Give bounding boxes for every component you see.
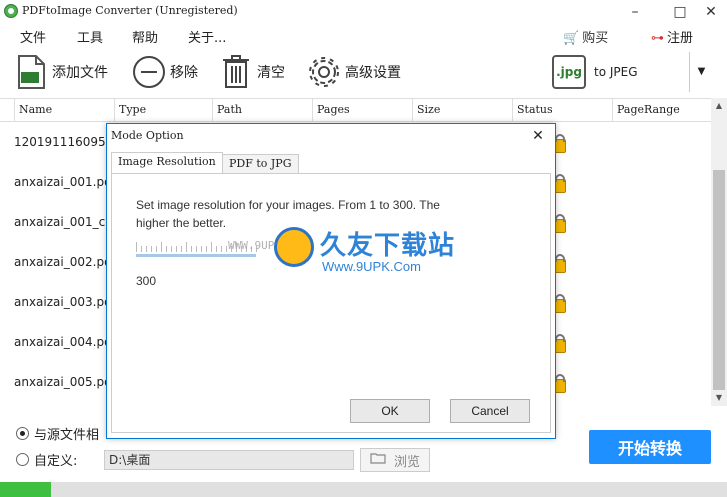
folder-icon [370, 452, 386, 468]
menu-file[interactable]: 文件 [20, 27, 46, 46]
menu-about[interactable]: 关于... [188, 27, 226, 46]
slider-tick [146, 246, 147, 252]
col-pagerange[interactable]: PageRange [612, 99, 711, 121]
slider-tick [161, 242, 162, 252]
dialog-tabs: Image Resolution PDF to JPG [111, 152, 551, 174]
watermark-url: Www.9UPK.Com [322, 259, 421, 274]
minus-circle-icon [132, 55, 166, 89]
cart-icon: 🛒 [563, 31, 580, 46]
app-icon [4, 4, 18, 18]
minimize-button[interactable]: – [621, 2, 649, 22]
maximize-button[interactable]: □ [666, 2, 694, 22]
start-convert-button[interactable]: 开始转换 [589, 430, 711, 464]
slider-tick [226, 246, 227, 252]
col-size[interactable]: Size [412, 99, 512, 121]
slider-tick [171, 246, 172, 252]
slider-tick [176, 246, 177, 252]
output-format-selector[interactable]: .jpg to JPEG [552, 54, 684, 90]
progress-bar [0, 482, 727, 497]
progress-fill [0, 482, 51, 497]
remove-label: 移除 [170, 65, 198, 81]
cancel-button[interactable]: Cancel [450, 399, 530, 423]
same-folder-radio[interactable] [16, 427, 29, 440]
gear-icon [307, 55, 341, 89]
slider-tick [141, 246, 142, 252]
close-window-button[interactable]: ✕ [697, 2, 725, 22]
scroll-up-icon[interactable]: ▲ [711, 98, 727, 114]
window-title: PDFtoImage Converter (Unregistered) [22, 4, 238, 17]
slider-tick [186, 242, 187, 252]
vertical-scrollbar[interactable]: ▲ ▼ [711, 98, 727, 406]
slider-tick [151, 246, 152, 252]
menu-bar: 文件 工具 帮助 关于... [0, 24, 727, 46]
slider-tick [156, 246, 157, 252]
clear-label: 清空 [257, 65, 285, 81]
tab-image-resolution[interactable]: Image Resolution [111, 152, 223, 174]
remove-button[interactable]: 移除 [132, 52, 198, 92]
file-name: anxaizai_002.pdf [14, 255, 116, 269]
slider-tick [136, 242, 137, 252]
file-name: anxaizai_005.pdf [14, 375, 116, 389]
watermark-main-text: 久友下载站 [320, 231, 456, 261]
pdf-file-icon [14, 55, 48, 89]
resolution-value: 300 [136, 274, 157, 288]
buy-label: 购买 [582, 31, 609, 46]
clear-button[interactable]: 清空 [219, 52, 285, 92]
custom-folder-label: 自定义: [34, 454, 78, 469]
format-dropdown-arrow[interactable]: ▼ [689, 52, 713, 92]
watermark-logo-icon [274, 227, 314, 267]
slider-tick [206, 246, 207, 252]
slider-tick [221, 246, 222, 252]
trash-icon [219, 55, 253, 89]
key-icon: ⊶ [651, 31, 664, 46]
advanced-settings-button[interactable]: 高级设置 [307, 52, 401, 92]
col-status[interactable]: Status [512, 99, 612, 121]
dialog-close-icon[interactable]: ✕ [527, 127, 549, 145]
file-name: anxaizai_004.pdf [14, 335, 116, 349]
tab-pdf-to-jpg[interactable]: PDF to JPG [222, 154, 299, 174]
format-label: to JPEG [594, 65, 638, 79]
slider-tick [181, 246, 182, 252]
file-name: anxaizai_001.pdf [14, 175, 116, 189]
register-link[interactable]: ⊶ 注册 [651, 27, 693, 46]
scrollbar-thumb[interactable] [713, 170, 725, 390]
scroll-down-icon[interactable]: ▼ [711, 390, 727, 406]
buy-link[interactable]: 🛒 购买 [563, 27, 608, 46]
menu-tools[interactable]: 工具 [77, 27, 103, 46]
browse-label: 浏览 [393, 454, 420, 470]
watermark: WWW.9UPK.COM 久友下载站 Www.9UPK.Com [228, 225, 468, 285]
advanced-settings-label: 高级设置 [345, 65, 401, 81]
slider-tick [201, 246, 202, 252]
slider-tick [166, 246, 167, 252]
ok-button[interactable]: OK [350, 399, 430, 423]
dialog-title: Mode Option [111, 129, 184, 142]
register-label: 注册 [667, 31, 694, 46]
jpg-format-icon: .jpg [552, 55, 586, 89]
col-type[interactable]: Type [114, 99, 212, 121]
file-name: anxaizai_003.pdf [14, 295, 116, 309]
browse-button[interactable]: 浏览 [360, 448, 430, 472]
add-file-label: 添加文件 [52, 65, 108, 81]
dialog-body: Set image resolution for your images. Fr… [111, 173, 551, 433]
custom-folder-radio[interactable] [16, 453, 29, 466]
menu-help[interactable]: 帮助 [132, 27, 158, 46]
output-path-field[interactable]: D:\桌面 [104, 450, 354, 470]
add-file-button[interactable]: 添加文件 [14, 52, 108, 92]
slider-tick [191, 246, 192, 252]
col-name[interactable]: Name [14, 99, 114, 121]
title-bar: PDFtoImage Converter (Unregistered) – □ … [0, 0, 727, 24]
same-folder-label: 与源文件相 [34, 428, 100, 443]
file-table-header: Name Type Path Pages Size Status PageRan… [0, 98, 711, 122]
col-pages[interactable]: Pages [312, 99, 412, 121]
slider-tick [211, 242, 212, 252]
slider-tick [216, 246, 217, 252]
slider-tick [196, 246, 197, 252]
col-path[interactable]: Path [212, 99, 312, 121]
